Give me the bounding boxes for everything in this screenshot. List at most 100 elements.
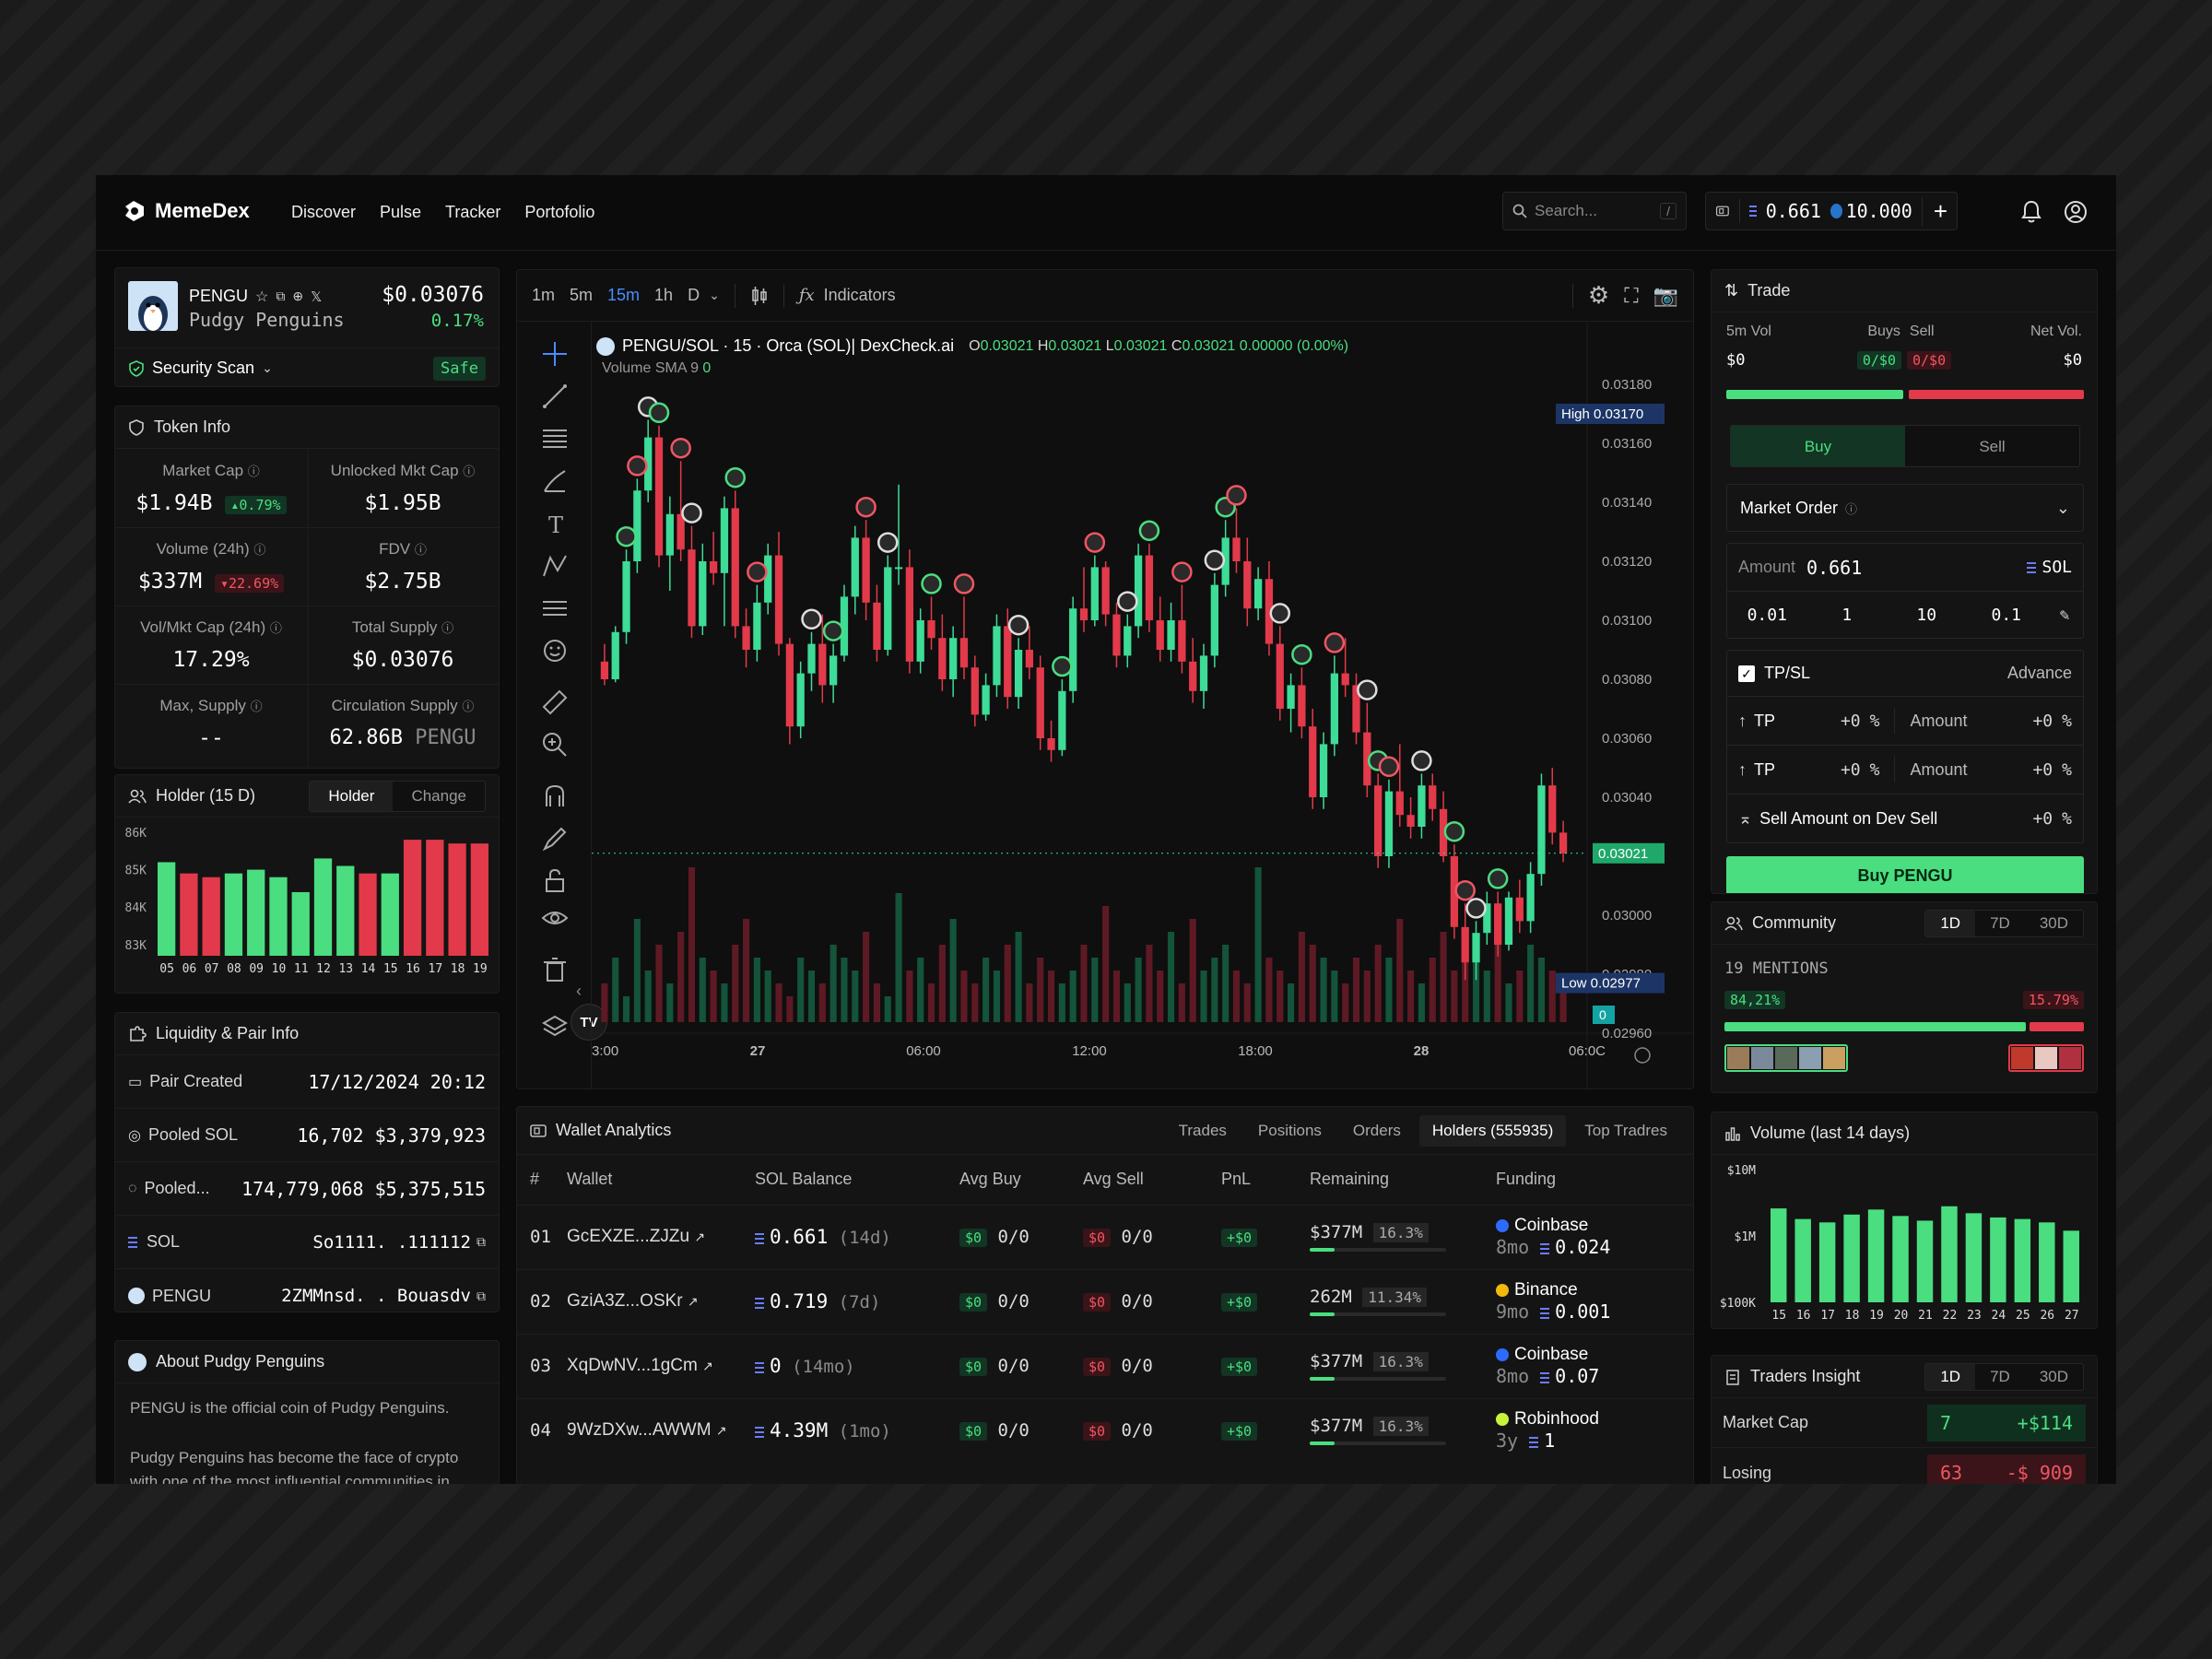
nav-discover[interactable]: Discover bbox=[291, 203, 356, 222]
sell-tab[interactable]: Sell bbox=[1905, 426, 2079, 466]
pencil-lock-icon[interactable] bbox=[541, 825, 569, 853]
tp-amount-value[interactable]: +0 bbox=[2032, 712, 2053, 731]
wallet-address[interactable]: 9WzDXw...AWWM bbox=[567, 1420, 712, 1440]
wallet-cell[interactable]: GcEXZE...ZJZu ↗ bbox=[554, 1204, 742, 1269]
trendline-icon[interactable] bbox=[541, 382, 569, 410]
x-social-icon[interactable]: 𝕏 bbox=[311, 288, 322, 305]
nav-portfolio[interactable]: Portofolio bbox=[524, 203, 594, 222]
tab-top-traders[interactable]: Top Tradres bbox=[1571, 1115, 1680, 1147]
traders-tab-30d[interactable]: 30D bbox=[2025, 1364, 2083, 1390]
community-tab-30d[interactable]: 30D bbox=[2025, 911, 2083, 936]
external-link-icon[interactable]: ↗ bbox=[716, 1423, 727, 1438]
search-box[interactable]: Search... / bbox=[1502, 192, 1687, 230]
col-sol-balance[interactable]: SOL Balance bbox=[742, 1155, 947, 1205]
tf-15m[interactable]: 15m bbox=[607, 286, 640, 305]
search-input[interactable]: Search... bbox=[1535, 202, 1597, 220]
ruler-icon[interactable] bbox=[541, 688, 569, 716]
pattern-icon[interactable] bbox=[541, 552, 569, 580]
magnet-icon[interactable] bbox=[541, 782, 569, 810]
edit-pencil-icon[interactable]: ✎ bbox=[2046, 606, 2083, 625]
camera-icon[interactable]: 📷 bbox=[1653, 284, 1678, 308]
tab-trades[interactable]: Trades bbox=[1166, 1115, 1240, 1147]
trash-icon[interactable] bbox=[541, 956, 569, 983]
table-row[interactable]: 03 XqDwNV...1gCm ↗ 0 (14mo) $0 0/0 $0 0/0 +$0… bbox=[517, 1333, 1693, 1398]
wallet-cell[interactable]: GziA3Z...OSKr ↗ bbox=[554, 1268, 742, 1334]
tf-d[interactable]: D bbox=[688, 286, 700, 305]
buy-pengu-button[interactable]: Buy PENGU bbox=[1726, 856, 2084, 893]
collapse-chevron-icon[interactable]: ‹ bbox=[576, 982, 582, 1001]
tp-value[interactable]: +0 bbox=[1841, 712, 1861, 731]
table-row[interactable]: 01 GcEXZE...ZJZu ↗ 0.661 (14d) $0 0/0 $0 0/0… bbox=[517, 1204, 1693, 1269]
tab-holders[interactable]: Holders (555935) bbox=[1418, 1114, 1567, 1147]
indicators-button[interactable]: Indicators bbox=[824, 286, 896, 305]
amount-value[interactable]: 0.661 bbox=[1806, 557, 1862, 579]
tpsl-checkbox[interactable]: ✓ bbox=[1738, 665, 1755, 682]
lock-icon[interactable] bbox=[541, 867, 569, 895]
community-tab-1d[interactable]: 1D bbox=[1925, 910, 1976, 936]
brush-icon[interactable] bbox=[541, 467, 569, 495]
table-row[interactable]: 04 9WzDXw...AWWM ↗ 4.39M (1mo) $0 0/0 $0 0/0… bbox=[517, 1397, 1693, 1463]
tp-amount-value[interactable]: +0 bbox=[2032, 760, 2053, 780]
traders-tab-7d[interactable]: 7D bbox=[1975, 1364, 2025, 1390]
crosshair-icon[interactable] bbox=[541, 340, 569, 368]
horizontal-lines-icon[interactable] bbox=[541, 425, 569, 453]
copy-icon[interactable]: ⧉ bbox=[477, 1234, 486, 1250]
nav-tracker[interactable]: Tracker bbox=[445, 203, 500, 222]
order-type-select[interactable]: Market Order ⓘ ⌄ bbox=[1726, 484, 2084, 532]
copy-icon[interactable]: ⧉ bbox=[276, 288, 285, 304]
chevron-down-icon[interactable]: ⌄ bbox=[709, 288, 720, 303]
col-funding[interactable]: Funding bbox=[1483, 1155, 1693, 1205]
col-avg-sell[interactable]: Avg Sell bbox=[1070, 1155, 1208, 1205]
nav-pulse[interactable]: Pulse bbox=[380, 203, 421, 222]
preset-10[interactable]: 10 bbox=[1887, 606, 1967, 625]
col-remaining[interactable]: Remaining bbox=[1297, 1155, 1483, 1205]
deposit-plus-button[interactable]: + bbox=[1921, 196, 1947, 226]
wallet-cell[interactable]: XqDwNV...1gCm ↗ bbox=[554, 1333, 742, 1398]
globe-icon[interactable]: ⊕ bbox=[292, 288, 303, 304]
advance-link[interactable]: Advance bbox=[2007, 664, 2072, 683]
wallet-address[interactable]: XqDwNV...1gCm bbox=[567, 1356, 698, 1375]
external-link-icon[interactable]: ↗ bbox=[694, 1230, 705, 1244]
preset-0-1[interactable]: 0.1 bbox=[1967, 606, 2047, 625]
fullscreen-icon[interactable]: ⛶ bbox=[1624, 284, 1638, 308]
zoom-in-icon[interactable] bbox=[541, 731, 569, 759]
copy-icon[interactable]: ⧉ bbox=[477, 1288, 486, 1304]
wallet-cell[interactable]: 9WzDXw...AWWM ↗ bbox=[554, 1397, 742, 1463]
wallet-address[interactable]: GcEXZE...ZJZu bbox=[567, 1227, 689, 1246]
buy-tab[interactable]: Buy bbox=[1731, 426, 1905, 466]
favorite-star-icon[interactable]: ☆ bbox=[255, 288, 268, 306]
tab-positions[interactable]: Positions bbox=[1245, 1115, 1335, 1147]
tf-1h[interactable]: 1h bbox=[654, 286, 673, 305]
community-tab-7d[interactable]: 7D bbox=[1975, 911, 2025, 936]
wallet-balance[interactable]: 0.661 10.000 + bbox=[1705, 192, 1958, 230]
holder-tab[interactable]: Holder bbox=[310, 781, 394, 811]
col-pnl[interactable]: PnL bbox=[1208, 1155, 1297, 1205]
amount-input[interactable]: Amount 0.661 SOL bbox=[1727, 544, 2083, 592]
layers-icon[interactable] bbox=[541, 1013, 569, 1041]
col-wallet[interactable]: Wallet bbox=[554, 1155, 742, 1205]
change-tab[interactable]: Change bbox=[393, 782, 485, 811]
tp-value[interactable]: +0 bbox=[1841, 760, 1861, 780]
external-link-icon[interactable]: ↗ bbox=[702, 1359, 713, 1373]
emoji-icon[interactable] bbox=[541, 637, 569, 665]
settings-gear-icon[interactable]: ⚙ bbox=[1588, 281, 1609, 310]
preset-0-01[interactable]: 0.01 bbox=[1727, 606, 1807, 625]
tf-1m[interactable]: 1m bbox=[532, 286, 555, 305]
security-scan-row[interactable]: Security Scan ⌄ Safe bbox=[115, 347, 499, 386]
col-avg-buy[interactable]: Avg Buy bbox=[947, 1155, 1070, 1205]
bell-icon[interactable] bbox=[2017, 197, 2046, 227]
price-chart[interactable]: 0.03180 0.03160 0.03140 0.03120 0.03100 0.030… bbox=[592, 322, 1694, 1089]
eye-icon[interactable] bbox=[541, 904, 569, 932]
preset-1[interactable]: 1 bbox=[1807, 606, 1888, 625]
candles-icon[interactable] bbox=[750, 286, 769, 306]
user-icon[interactable] bbox=[2061, 197, 2090, 227]
wallet-address[interactable]: GziA3Z...OSKr bbox=[567, 1291, 683, 1311]
tab-orders[interactable]: Orders bbox=[1340, 1115, 1414, 1147]
tf-5m[interactable]: 5m bbox=[570, 286, 593, 305]
external-link-icon[interactable]: ↗ bbox=[688, 1294, 699, 1309]
logo[interactable]: MemeDex bbox=[122, 199, 250, 223]
fib-icon[interactable] bbox=[541, 594, 569, 622]
dev-sell-value[interactable]: +0 bbox=[2032, 809, 2053, 829]
table-row[interactable]: 02 GziA3Z...OSKr ↗ 0.719 (7d) $0 0/0 $0 0/0 +… bbox=[517, 1268, 1693, 1334]
text-tool-icon[interactable]: T bbox=[541, 510, 569, 537]
